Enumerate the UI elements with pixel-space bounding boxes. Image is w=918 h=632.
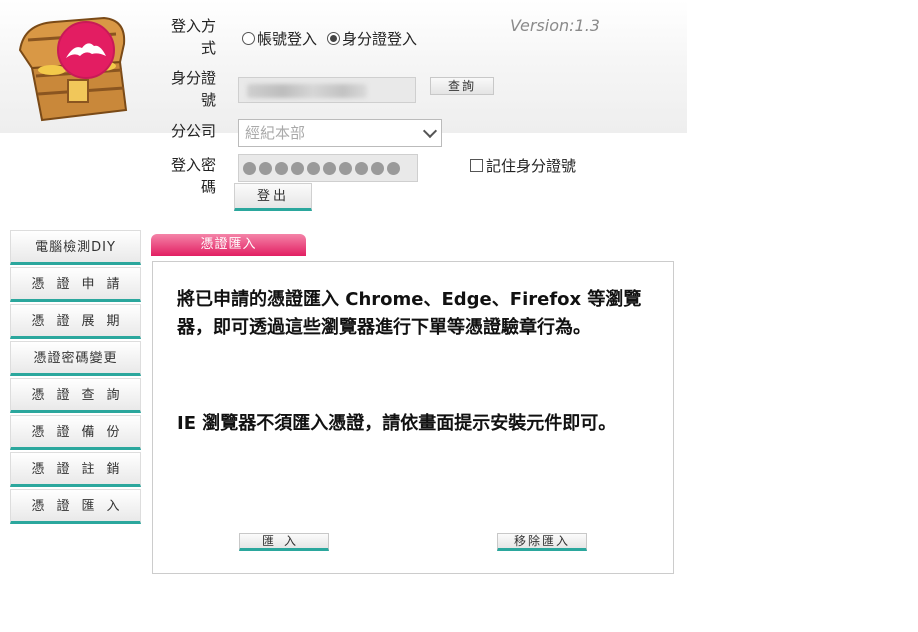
radio-id-login[interactable]: 身分證登入 [327,28,417,49]
query-button[interactable]: 查詢 [430,77,494,95]
branch-label: 分公司 [170,122,216,140]
sidebar-item-cert-renew[interactable]: 憑證展期 [10,304,141,339]
masked-id-value [247,84,367,98]
sidebar-item-computer-check[interactable]: 電腦檢測DIY [10,230,141,265]
id-number-input[interactable] [238,77,416,103]
password-dot [387,161,400,175]
radio-account-login[interactable]: 帳號登入 [242,28,317,49]
radio-account-icon[interactable] [242,32,255,45]
import-button[interactable]: 匯入 [239,533,329,551]
password-input[interactable] [238,154,418,182]
version-text: Version:1.3 [510,16,600,35]
content-panel: 將已申請的憑證匯入 Chrome、Edge、Firefox 等瀏覽器，即可透過這… [152,261,674,574]
ie-instructions: IE 瀏覽器不須匯入憑證，請依畫面提示安裝元件即可。 [177,413,617,434]
checkbox-icon[interactable] [470,159,483,172]
login-method-radio-group: 帳號登入 身分證登入 [242,28,423,49]
radio-id-label: 身分證登入 [342,30,418,48]
password-dot [339,161,352,175]
radio-account-label: 帳號登入 [257,30,318,48]
password-dot [275,161,288,175]
sidebar-item-cert-import[interactable]: 憑證匯入 [10,489,141,524]
treasure-chest-logo [18,16,128,122]
password-dot [291,161,304,175]
tab-cert-import[interactable]: 憑證匯入 [151,234,306,256]
sidebar-menu: 電腦檢測DIY 憑證申請 憑證展期 憑證密碼變更 憑證查詢 憑證備份 憑證註銷 … [10,230,141,526]
branch-select-value: 經紀本部 [245,124,306,142]
sidebar-item-cert-apply[interactable]: 憑證申請 [10,267,141,302]
remember-id-label: 記住身分證號 [486,157,577,175]
logout-button[interactable]: 登出 [234,183,312,211]
branch-select[interactable]: 經紀本部 [238,119,442,147]
chevron-down-icon [422,123,438,139]
password-label: 登入密碼 [170,156,216,196]
password-dot [355,161,368,175]
sidebar-item-cert-query[interactable]: 憑證查詢 [10,378,141,413]
sidebar-item-cert-backup[interactable]: 憑證備份 [10,415,141,450]
password-dot [323,161,336,175]
id-number-label: 身分證號 [170,69,216,109]
import-instructions: 將已申請的憑證匯入 Chrome、Edge、Firefox 等瀏覽器，即可透過這… [177,289,642,338]
remove-import-button[interactable]: 移除匯入 [497,533,587,551]
sidebar-item-cert-revoke[interactable]: 憑證註銷 [10,452,141,487]
password-dot [371,161,384,175]
password-dot [307,161,320,175]
sidebar-item-cert-password-change[interactable]: 憑證密碼變更 [10,341,141,376]
remember-id-checkbox[interactable]: 記住身分證號 [470,155,576,176]
login-method-label: 登入方式 [170,17,216,57]
radio-id-icon[interactable] [327,32,341,45]
password-dot [259,161,272,175]
password-dot [243,161,256,175]
